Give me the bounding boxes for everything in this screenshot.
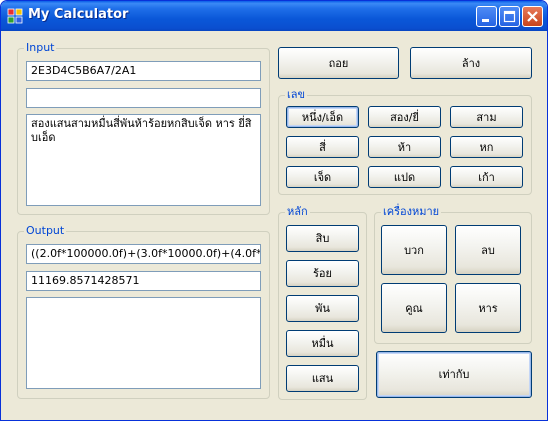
output-result-field[interactable]: 11169.8571428571 [26,271,261,291]
app-icon [7,8,23,24]
output-formula-field[interactable]: ((2.0f*100000.0f)+(3.0f*10000.0f)+(4.0f*… [26,244,261,264]
equals-button[interactable]: เท่ากับ [376,351,532,398]
operator-group-label: เครื่องหมาย [381,205,442,219]
place-thousand-button[interactable]: พัน [286,295,359,322]
output-extra-area[interactable] [26,297,261,389]
close-button[interactable] [522,6,543,27]
input-group-label: Input [24,41,57,55]
output-group-label: Output [24,224,67,238]
digit-four-button[interactable]: สี่ [286,136,359,158]
digit-seven-button[interactable]: เจ็ด [286,166,359,188]
window-title: My Calculator [28,7,129,22]
digit-two-button[interactable]: สอง/ยี่ [368,106,441,128]
input-thai-text-area[interactable]: สองแสนสามหมื่นสี่พันห้าร้อยหกสิบเจ็ด หาร… [26,114,261,206]
clear-button[interactable]: ล้าง [410,47,532,79]
digit-five-button[interactable]: ห้า [368,136,441,158]
maximize-button[interactable] [499,6,520,27]
add-button[interactable]: บวก [381,225,447,275]
place-value-group-label: หลัก [285,205,310,219]
input-secondary-field[interactable] [26,88,261,108]
close-icon [527,11,538,22]
divide-button[interactable]: หาร [455,283,521,333]
subtract-button[interactable]: ลบ [455,225,521,275]
place-hundred-button[interactable]: ร้อย [286,260,359,287]
input-expression-field[interactable]: 2E3D4C5B6A7/2A1 [26,61,261,81]
place-ten-thousand-button[interactable]: หมื่น [286,330,359,357]
calculator-window: My Calculator Input 2E3D4C5B6A7/2A1 สองแ… [0,0,548,421]
digits-group-label: เลข [285,88,308,102]
multiply-button[interactable]: คูณ [381,283,447,333]
place-hundred-thousand-button[interactable]: แสน [286,365,359,392]
title-bar[interactable]: My Calculator [1,1,547,31]
minimize-button[interactable] [476,6,497,27]
maximize-icon [503,10,516,23]
digit-nine-button[interactable]: เก้า [450,166,523,188]
place-ten-button[interactable]: สิบ [286,225,359,252]
digit-six-button[interactable]: หก [450,136,523,158]
digit-eight-button[interactable]: แปด [368,166,441,188]
backspace-button[interactable]: ถอย [278,47,399,79]
minimize-icon [482,19,489,22]
digit-one-button[interactable]: หนึ่ง/เอ็ด [286,106,359,128]
digit-three-button[interactable]: สาม [450,106,523,128]
